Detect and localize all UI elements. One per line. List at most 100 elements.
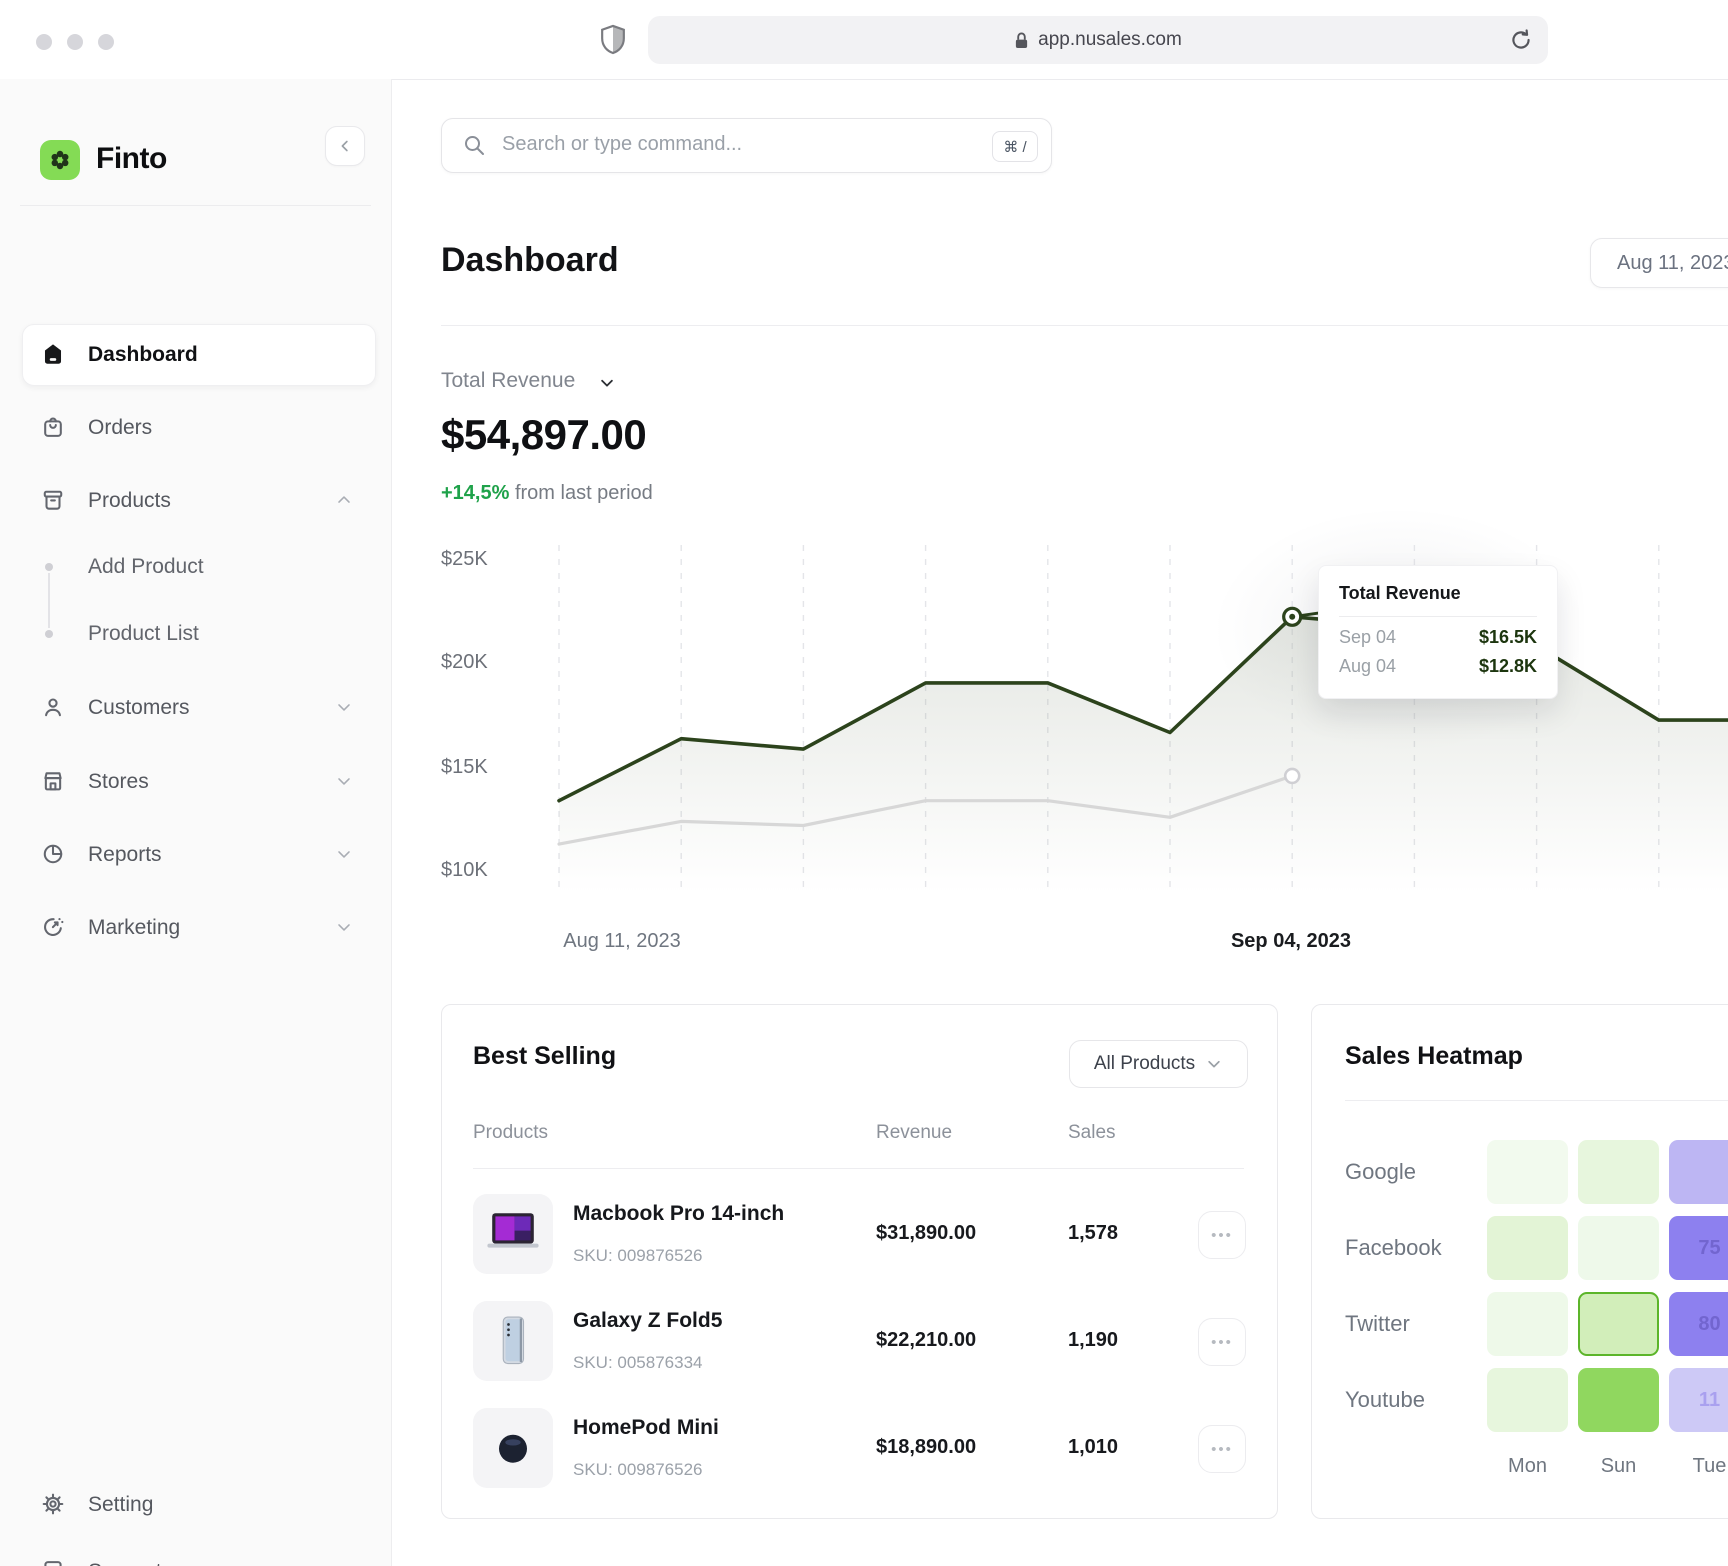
reports-icon	[40, 841, 66, 867]
search-input[interactable]: Search or type command... ⌘ /	[441, 118, 1052, 173]
reload-icon[interactable]	[1508, 27, 1534, 53]
chart-tooltip: Total Revenue Sep 04$16.5K Aug 04$12.8K	[1318, 565, 1558, 699]
sidebar-item-setting[interactable]: Setting	[0, 1471, 391, 1537]
product-sku: SKU: 009876526	[573, 1460, 703, 1480]
window-minimize-button[interactable]	[67, 34, 83, 50]
column-header-revenue: Revenue	[876, 1122, 952, 1144]
sidebar-item-stores[interactable]: Stores	[0, 748, 391, 814]
chevron-down-icon	[334, 697, 354, 717]
table-divider	[473, 1168, 1244, 1169]
heatmap-cell[interactable]	[1578, 1368, 1659, 1432]
sidebar-item-reports[interactable]: Reports	[0, 821, 391, 887]
column-header-products: Products	[473, 1122, 548, 1144]
product-name: HomePod Mini	[573, 1416, 719, 1440]
sub-items-connector	[48, 573, 50, 628]
sidebar-subitem-product-list[interactable]: Product List	[88, 622, 199, 646]
column-header-sales: Sales	[1068, 1122, 1116, 1144]
heatmap-column-label: Sun	[1578, 1455, 1659, 1478]
sidebar-item-label: Support	[88, 1560, 162, 1566]
sidebar-item-label: Customers	[88, 696, 190, 720]
heatmap-cell[interactable]	[1578, 1140, 1659, 1204]
heatmap-row-label: Google	[1345, 1159, 1475, 1185]
heatmap-cell[interactable]	[1487, 1140, 1568, 1204]
sidebar-item-products[interactable]: Products	[0, 467, 391, 533]
heatmap-cell[interactable]: 75	[1669, 1216, 1728, 1280]
heatmap-cell[interactable]	[1578, 1292, 1659, 1356]
heatmap-cell[interactable]: 11	[1669, 1368, 1728, 1432]
product-revenue: $22,210.00	[876, 1329, 976, 1352]
product-sales: 1,190	[1068, 1329, 1118, 1352]
heatmap-cell[interactable]	[1487, 1368, 1568, 1432]
sidebar-item-label: Marketing	[88, 916, 180, 940]
macbook-image	[473, 1194, 553, 1274]
tooltip-row-value: $12.8K	[1479, 656, 1537, 677]
product-filter-dropdown[interactable]: All Products	[1069, 1040, 1248, 1088]
product-sku: SKU: 009876526	[573, 1246, 703, 1266]
stores-icon	[40, 768, 66, 794]
marketing-icon	[40, 914, 66, 940]
sidebar-item-orders[interactable]: Orders	[0, 394, 391, 460]
row-more-button[interactable]: •••	[1198, 1318, 1246, 1366]
tooltip-row-label: Sep 04	[1339, 627, 1396, 648]
heatmap-row-label: Youtube	[1345, 1387, 1475, 1413]
sidebar-divider	[20, 205, 371, 206]
url-text: app.nusales.com	[1038, 29, 1182, 51]
total-revenue-value: $54,897.00	[441, 411, 646, 459]
active-item-background	[22, 324, 376, 386]
heatmap-cell[interactable]: 80	[1669, 1292, 1728, 1356]
revenue-change: +14,5% from last period	[441, 482, 653, 505]
date-range-text: Aug 11, 2023	[1617, 252, 1728, 275]
chevron-down-icon	[334, 844, 354, 864]
sidebar-item-label: Products	[88, 489, 171, 513]
sidebar-item-dashboard[interactable]: Dashboard	[0, 321, 391, 387]
search-icon	[462, 133, 486, 157]
product-sales: 1,010	[1068, 1436, 1118, 1459]
address-bar[interactable]: app.nusales.com	[648, 16, 1548, 64]
chevron-down-icon	[334, 917, 354, 937]
header-divider	[441, 325, 1728, 326]
date-range-picker[interactable]: Aug 11, 2023	[1590, 238, 1728, 288]
heatmap-cell[interactable]	[1487, 1292, 1568, 1356]
chevron-down-icon	[334, 771, 354, 791]
sidebar-item-marketing[interactable]: Marketing	[0, 894, 391, 960]
search-placeholder: Search or type command...	[502, 133, 742, 156]
sidebar-item-label: Stores	[88, 770, 149, 794]
chevron-down-icon	[1205, 1055, 1223, 1073]
chevron-down-icon[interactable]	[598, 374, 616, 392]
tooltip-row-value: $16.5K	[1479, 627, 1537, 648]
row-more-button[interactable]: •••	[1198, 1425, 1246, 1473]
app-window: app.nusales.com Finto Dashboard Orders Pro…	[0, 0, 1728, 1566]
brand-name: Finto	[96, 142, 167, 176]
sidebar-item-customers[interactable]: Customers	[0, 674, 391, 740]
window-zoom-button[interactable]	[98, 34, 114, 50]
heatmap-cell[interactable]	[1578, 1216, 1659, 1280]
revenue-change-note: from last period	[509, 482, 652, 504]
heatmap-column-label: Tue	[1669, 1455, 1728, 1478]
metric-selector[interactable]: Total Revenue	[441, 369, 575, 393]
sidebar-collapse-button[interactable]	[325, 126, 365, 166]
product-name: Macbook Pro 14-inch	[573, 1202, 784, 1226]
heatmap-column-label: Mon	[1487, 1455, 1568, 1478]
search-shortcut-badge: ⌘ /	[992, 131, 1038, 162]
product-filter-value: All Products	[1094, 1053, 1195, 1075]
heatmap-cell[interactable]	[1487, 1216, 1568, 1280]
fold-phone-image	[473, 1301, 553, 1381]
browser-chrome: app.nusales.com	[0, 0, 1728, 80]
sidebar-subitem-add-product[interactable]: Add Product	[88, 555, 204, 579]
window-close-button[interactable]	[36, 34, 52, 50]
heatmap-cell[interactable]	[1669, 1140, 1728, 1204]
sub-item-bullet	[45, 563, 53, 571]
product-sku: SKU: 005876334	[573, 1353, 703, 1373]
sidebar-item-support[interactable]: Support	[0, 1538, 391, 1566]
sidebar-item-label: Dashboard	[88, 343, 198, 367]
heatmap-row-label: Facebook	[1345, 1235, 1475, 1261]
homepod-image	[473, 1408, 553, 1488]
sub-item-bullet	[45, 630, 53, 638]
home-icon	[40, 341, 66, 367]
product-revenue: $31,890.00	[876, 1222, 976, 1245]
tooltip-row-label: Aug 04	[1339, 656, 1396, 677]
row-more-button[interactable]: •••	[1198, 1211, 1246, 1259]
privacy-shield-icon[interactable]	[600, 24, 626, 55]
sidebar: Finto Dashboard Orders Products Add Product…	[0, 79, 392, 1566]
finto-logo-icon	[40, 140, 80, 180]
